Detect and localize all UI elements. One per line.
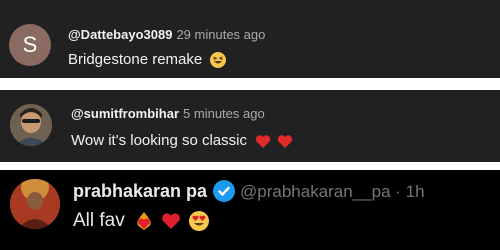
tweet-handle-time[interactable]: @prabhakaran__pa · 1h — [240, 182, 425, 202]
red-heart-emoji — [161, 212, 181, 230]
tweet-body: All fav — [73, 210, 125, 231]
heart-eyes-emoji — [188, 210, 209, 231]
avatar[interactable]: S — [9, 24, 51, 66]
tweet-card: prabhakaran pa @prabhakaran__pa · 1h All… — [0, 170, 500, 250]
red-heart-emoji — [277, 134, 293, 149]
grinning-squint-emoji — [210, 52, 227, 69]
comment-body: Wow it's looking so classic — [71, 132, 247, 149]
comment-author[interactable]: @Dattebayo3089 — [68, 27, 172, 42]
comment-card: S @Dattebayo3089 29 minutes ago Bridgesto… — [0, 0, 500, 78]
red-heart-emoji — [255, 134, 271, 149]
comment-text: Wow it's looking so classic — [71, 132, 293, 149]
comment-time[interactable]: 5 minutes ago — [183, 106, 265, 121]
comment-author[interactable]: @sumitfrombihar — [71, 106, 179, 121]
comment-card: @sumitfrombihar 5 minutes ago Wow it's lo… — [0, 90, 500, 162]
tweet-author-name[interactable]: prabhakaran pa — [73, 181, 207, 202]
comment-body: Bridgestone remake — [68, 51, 203, 68]
heart-on-fire-emoji — [134, 211, 154, 231]
avatar[interactable] — [10, 179, 60, 229]
avatar-letter: S — [22, 32, 38, 57]
comment-meta: @Dattebayo3089 29 minutes ago — [68, 27, 265, 42]
comment-text: Bridgestone remake — [68, 51, 227, 69]
tweet-text: All fav — [73, 210, 209, 232]
comment-meta: @sumitfrombihar 5 minutes ago — [71, 106, 265, 121]
comment-time[interactable]: 29 minutes ago — [176, 27, 265, 42]
avatar[interactable] — [10, 104, 52, 146]
verified-badge-icon — [213, 180, 235, 202]
